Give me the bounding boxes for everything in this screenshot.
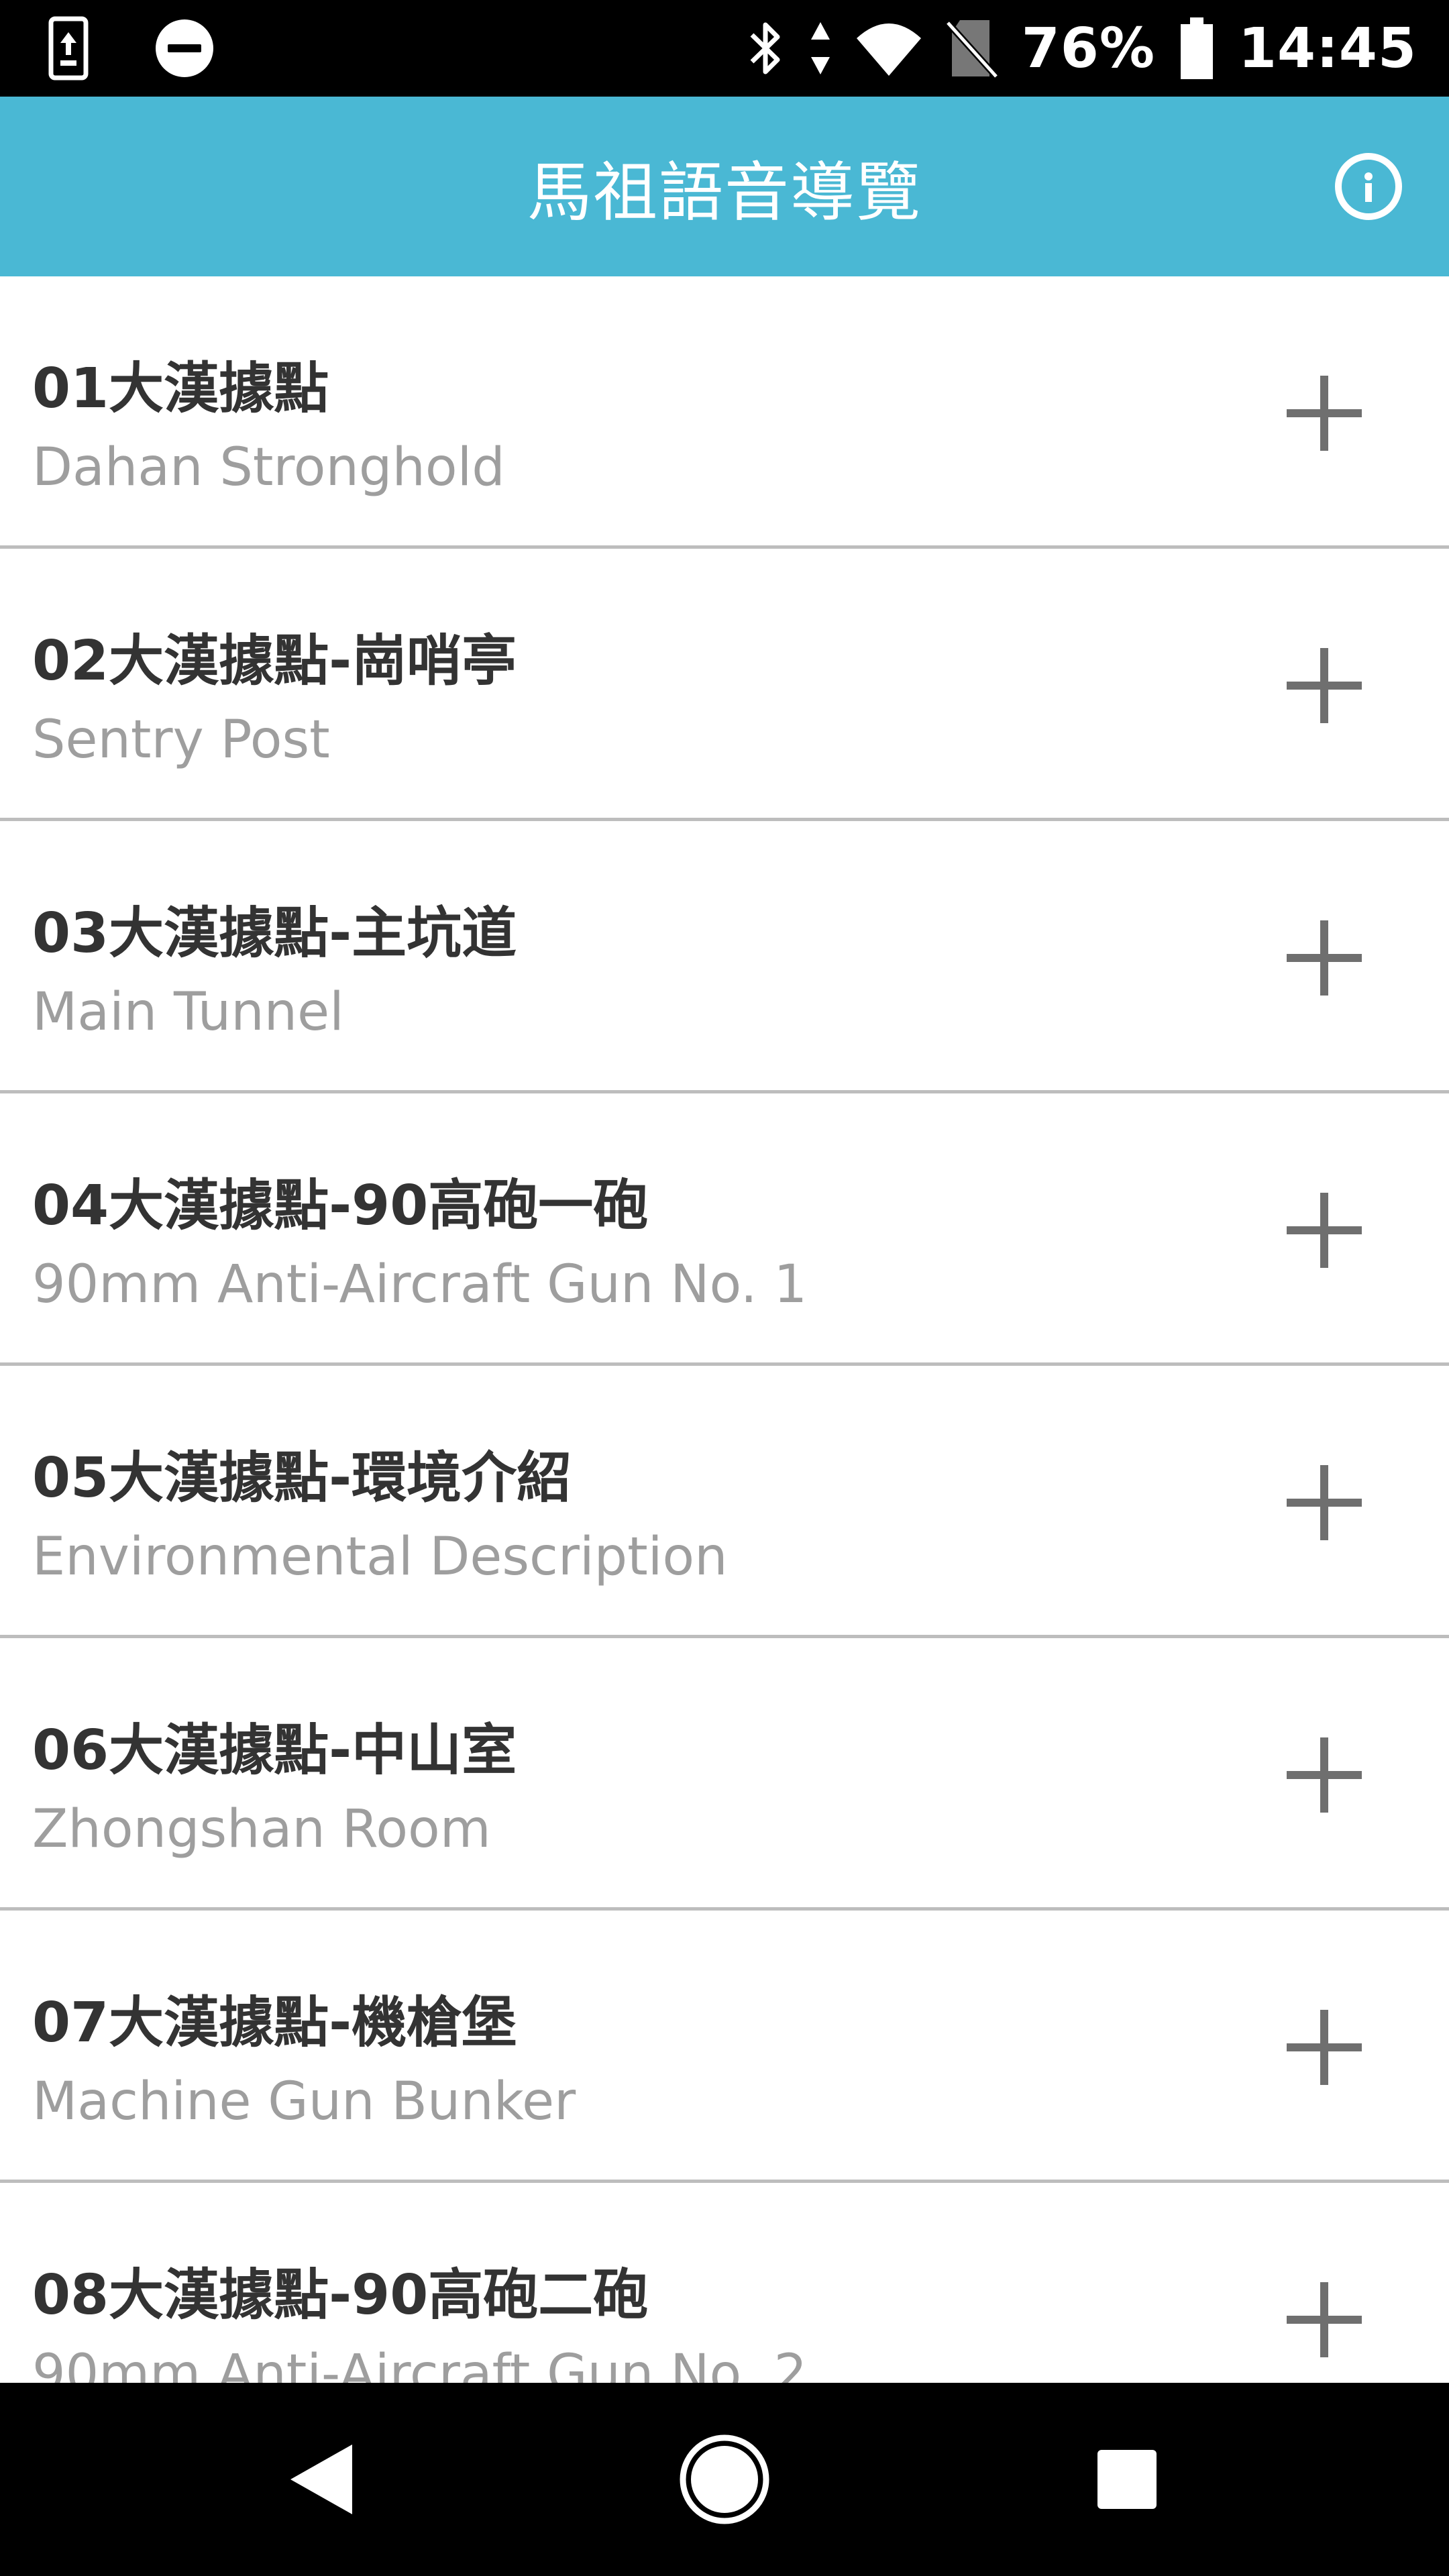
data-arrows-icon bbox=[808, 18, 833, 78]
guide-list: 01大漢據點 Dahan Stronghold 02大漢據點-崗哨亭 Sentr… bbox=[0, 276, 1449, 2383]
item-title: 07大漢據點-機槍堡 bbox=[32, 1991, 517, 2055]
no-sim-icon bbox=[945, 16, 999, 80]
expand-plus-icon[interactable] bbox=[1287, 2282, 1362, 2357]
list-item[interactable]: 07大漢據點-機槍堡 Machine Gun Bunker bbox=[0, 1911, 1449, 2183]
page-title: 馬祖語音導覽 bbox=[527, 154, 922, 230]
item-subtitle: Environmental Description bbox=[32, 1527, 728, 1587]
item-subtitle: Machine Gun Bunker bbox=[32, 2072, 576, 2132]
home-circle-icon bbox=[680, 2434, 769, 2524]
expand-plus-icon[interactable] bbox=[1287, 920, 1362, 996]
back-triangle-icon bbox=[290, 2445, 352, 2514]
list-item[interactable]: 08大漢據點-90高砲二砲 90mm Anti-Aircraft Gun No.… bbox=[0, 2183, 1449, 2383]
item-subtitle: Zhongshan Room bbox=[32, 1799, 491, 1860]
item-title: 02大漢據點-崗哨亭 bbox=[32, 629, 517, 693]
info-button[interactable] bbox=[1335, 153, 1402, 220]
item-subtitle: Main Tunnel bbox=[32, 982, 344, 1042]
screenshot-notification-icon bbox=[48, 16, 89, 80]
item-title: 08大漢據點-90高砲二砲 bbox=[32, 2263, 649, 2327]
recent-apps-square-icon bbox=[1097, 2450, 1157, 2509]
battery-icon bbox=[1178, 16, 1216, 80]
list-item[interactable]: 04大漢據點-90高砲一砲 90mm Anti-Aircraft Gun No.… bbox=[0, 1093, 1449, 1366]
bluetooth-icon bbox=[745, 18, 786, 78]
home-button[interactable] bbox=[657, 2383, 792, 2576]
list-item[interactable]: 03大漢據點-主坑道 Main Tunnel bbox=[0, 821, 1449, 1093]
recent-apps-button[interactable] bbox=[1060, 2383, 1194, 2576]
item-subtitle: 90mm Anti-Aircraft Gun No. 2 bbox=[32, 2344, 808, 2383]
item-subtitle: 90mm Anti-Aircraft Gun No. 1 bbox=[32, 1254, 808, 1315]
navigation-bar bbox=[0, 2383, 1449, 2576]
item-title: 01大漢據點 bbox=[32, 357, 329, 421]
item-subtitle: Sentry Post bbox=[32, 710, 330, 770]
wifi-icon bbox=[855, 18, 922, 78]
item-title: 06大漢據點-中山室 bbox=[32, 1719, 517, 1782]
list-item[interactable]: 01大漢據點 Dahan Stronghold bbox=[0, 276, 1449, 549]
app-bar: 馬祖語音導覽 bbox=[0, 97, 1449, 276]
expand-plus-icon[interactable] bbox=[1287, 1465, 1362, 1540]
list-item[interactable]: 05大漢據點-環境介紹 Environmental Description bbox=[0, 1366, 1449, 1638]
expand-plus-icon[interactable] bbox=[1287, 2010, 1362, 2085]
item-title: 05大漢據點-環境介紹 bbox=[32, 1446, 572, 1510]
clock: 14:45 bbox=[1238, 16, 1417, 80]
expand-plus-icon[interactable] bbox=[1287, 648, 1362, 723]
info-icon bbox=[1364, 172, 1373, 202]
battery-percent: 76% bbox=[1021, 16, 1155, 80]
item-subtitle: Dahan Stronghold bbox=[32, 437, 505, 498]
list-item[interactable]: 06大漢據點-中山室 Zhongshan Room bbox=[0, 1638, 1449, 1911]
back-button[interactable] bbox=[255, 2383, 389, 2576]
list-item[interactable]: 02大漢據點-崗哨亭 Sentry Post bbox=[0, 549, 1449, 821]
expand-plus-icon[interactable] bbox=[1287, 376, 1362, 451]
item-title: 04大漢據點-90高砲一砲 bbox=[32, 1174, 649, 1238]
item-title: 03大漢據點-主坑道 bbox=[32, 902, 517, 965]
expand-plus-icon[interactable] bbox=[1287, 1193, 1362, 1268]
do-not-disturb-icon bbox=[154, 18, 215, 78]
expand-plus-icon[interactable] bbox=[1287, 1737, 1362, 1813]
status-bar: 76% 14:45 bbox=[0, 0, 1449, 97]
